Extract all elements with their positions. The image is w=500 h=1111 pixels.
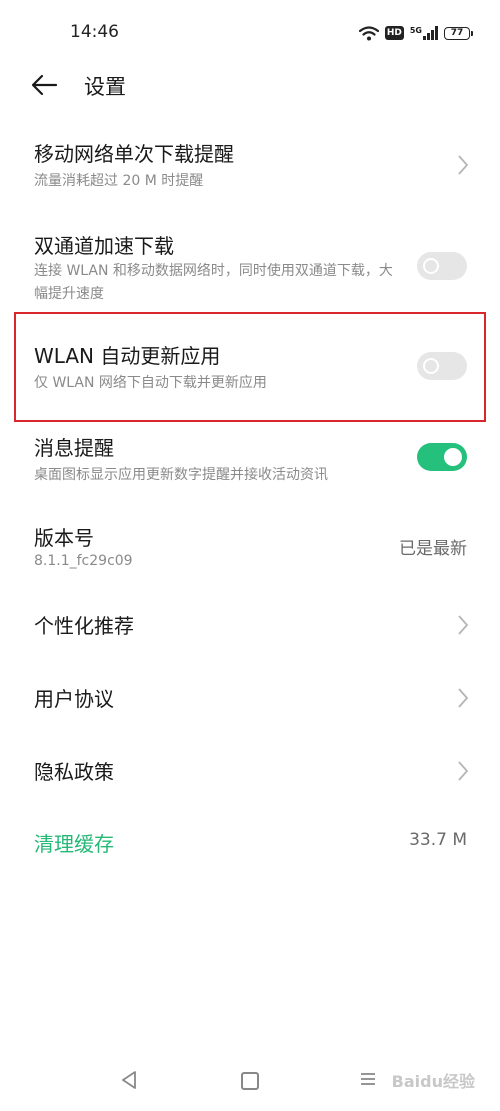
wifi-icon bbox=[358, 25, 379, 40]
setting-subtitle: 连接 WLAN 和移动数据网络时，同时使用双通道下载，大幅提升速度 bbox=[34, 263, 393, 302]
chevron-right-icon bbox=[458, 688, 469, 708]
dual-channel-toggle[interactable] bbox=[417, 252, 467, 280]
nav-home-icon[interactable] bbox=[241, 1072, 259, 1090]
setting-title: 个性化推荐 bbox=[34, 614, 134, 638]
highlight-box bbox=[14, 312, 486, 422]
setting-title: 双通道加速下载 bbox=[34, 234, 174, 258]
chevron-right-icon bbox=[458, 615, 469, 635]
setting-user-agreement[interactable]: 用户协议 bbox=[0, 673, 500, 729]
setting-mobile-download-reminder[interactable]: 移动网络单次下载提醒 流量消耗超过 20 M 时提醒 bbox=[0, 128, 500, 204]
chevron-right-icon bbox=[458, 761, 469, 781]
app-header: 设置 bbox=[0, 60, 500, 110]
cache-size: 33.7 M bbox=[409, 830, 467, 850]
clear-cache-label: 清理缓存 bbox=[34, 832, 114, 856]
battery-icon: 77 bbox=[444, 26, 473, 40]
status-icons: HD 5G 77 bbox=[358, 22, 473, 44]
hd-icon: HD bbox=[384, 26, 404, 40]
setting-version: 版本号 8.1.1_fc29c09 已是最新 bbox=[0, 514, 500, 590]
chevron-right-icon bbox=[458, 155, 469, 175]
network-type-label: 5G bbox=[409, 26, 422, 35]
setting-title: 隐私政策 bbox=[34, 760, 114, 784]
setting-title: 用户协议 bbox=[34, 687, 114, 711]
setting-subtitle: 流量消耗超过 20 M 时提醒 bbox=[34, 173, 204, 189]
version-status: 已是最新 bbox=[399, 539, 467, 559]
message-reminder-toggle[interactable] bbox=[417, 443, 467, 471]
setting-clear-cache[interactable]: 清理缓存 33.7 M bbox=[0, 818, 500, 874]
setting-privacy-policy[interactable]: 隐私政策 bbox=[0, 746, 500, 802]
status-bar: 14:46 HD 5G 77 bbox=[0, 0, 500, 64]
setting-message-reminder: 消息提醒 桌面图标显示应用更新数字提醒并接收活动资讯 bbox=[0, 424, 500, 500]
setting-title: 移动网络单次下载提醒 bbox=[34, 142, 234, 166]
setting-personalized-recommendation[interactable]: 个性化推荐 bbox=[0, 600, 500, 656]
page-title: 设置 bbox=[84, 75, 126, 99]
setting-title: 版本号 bbox=[34, 526, 94, 550]
nav-back-icon[interactable] bbox=[120, 1070, 138, 1090]
setting-dual-channel-download: 双通道加速下载 连接 WLAN 和移动数据网络时，同时使用双通道下载，大幅提升速… bbox=[0, 220, 500, 310]
status-time: 14:46 bbox=[70, 22, 119, 42]
watermark: Baidu经验 bbox=[391, 1072, 475, 1091]
nav-menu-icon[interactable] bbox=[360, 1072, 376, 1086]
arrow-left-icon[interactable] bbox=[30, 72, 60, 98]
setting-title: 消息提醒 bbox=[34, 436, 114, 460]
setting-subtitle: 桌面图标显示应用更新数字提醒并接收活动资讯 bbox=[34, 467, 328, 483]
signal-icon: 5G bbox=[410, 26, 438, 40]
version-number: 8.1.1_fc29c09 bbox=[34, 553, 133, 569]
